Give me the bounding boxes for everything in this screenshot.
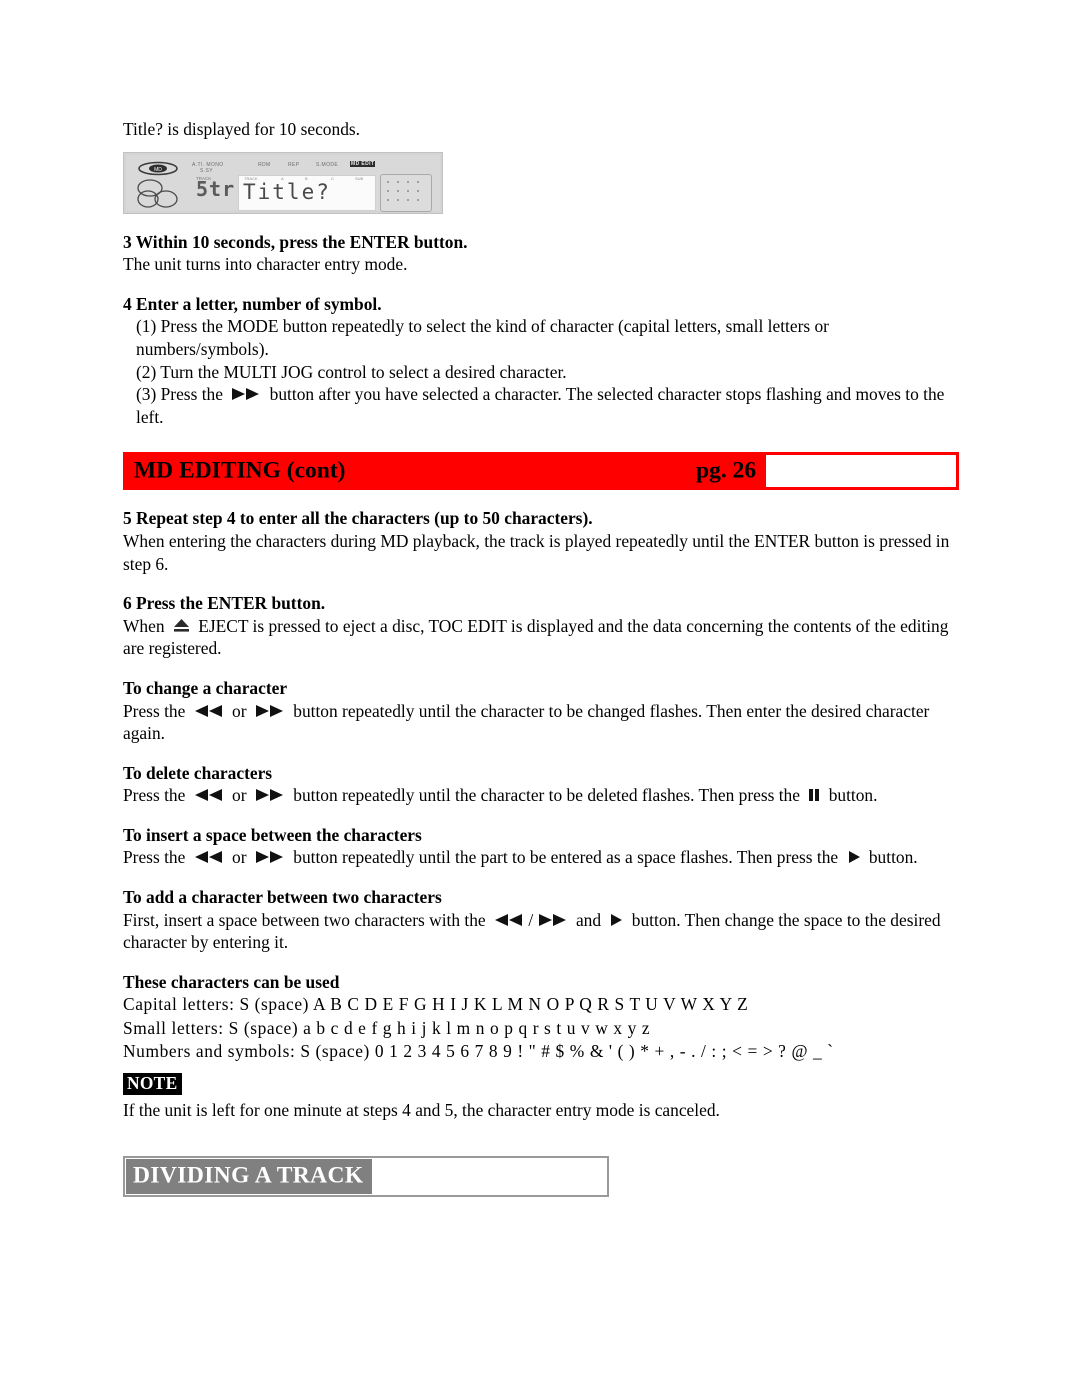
play-icon — [609, 913, 623, 927]
lcd-display-text: Title? — [243, 179, 331, 204]
insert-text-4: button. — [868, 847, 918, 868]
fast-forward-icon — [255, 704, 285, 718]
step-4-item-3-text-before: (3) Press the — [136, 384, 223, 405]
rewind-icon — [494, 913, 524, 927]
md-logo-text: MD — [154, 167, 162, 173]
change-text-2: or — [232, 700, 247, 721]
lcd-indicator-4: S.MODE — [316, 161, 339, 168]
delete-text-1: Press the — [123, 785, 186, 806]
usable-characters-heading: These characters can be used — [123, 971, 340, 992]
delete-text-3: button repeatedly until the character to… — [293, 785, 800, 806]
banner-page-number: pg. 26 — [696, 457, 757, 484]
step-5-heading: 5 Repeat step 4 to enter all the charact… — [123, 508, 593, 529]
step-6-heading: 6 Press the ENTER button. — [123, 593, 326, 614]
section-change-character-heading: To change a character — [123, 677, 288, 698]
lcd-level-grid — [380, 173, 432, 212]
delete-text-4: button. — [828, 785, 878, 806]
lcd-indicator-5: MD EDIT — [350, 160, 376, 167]
section-add-character-body: First, insert a space between two charac… — [123, 909, 963, 954]
fast-forward-icon — [255, 850, 285, 864]
lcd-indicator-3: REP — [288, 161, 300, 168]
md-logo-icon: MD — [138, 161, 178, 175]
step-4-heading: 4 Enter a letter, number of symbol. — [123, 293, 382, 314]
gray-heading-title: DIVIDING A TRACK — [133, 1162, 364, 1189]
note-block: NOTE If the unit is left for one minute … — [123, 1072, 963, 1122]
step-6-body-after: EJECT is pressed to eject a disc, TOC ED… — [123, 615, 949, 659]
step-3-heading: 3 Within 10 seconds, press the ENTER but… — [123, 231, 468, 252]
insert-text-1: Press the — [123, 847, 186, 868]
lcd-indicator-labels: A.TI. MONO S.SY RDM REP S.MODE MD EDIT — [192, 160, 432, 174]
manual-page: Title? is displayed for 10 seconds. MD A… — [0, 0, 1080, 1397]
note-badge: NOTE — [123, 1072, 182, 1095]
intro-line: Title? is displayed for 10 seconds. — [123, 119, 361, 139]
insert-text-3: button repeatedly until the part to be e… — [293, 847, 839, 868]
rewind-icon — [194, 850, 224, 864]
rewind-icon — [194, 704, 224, 718]
step-4-item-1: (1) Press the MODE button repeatedly to … — [136, 316, 829, 359]
play-icon — [847, 850, 861, 864]
lcd-text-window: TRACK A B C SUB Title? — [238, 174, 376, 211]
lcd-track-number: 5tr — [196, 176, 236, 201]
section-insert-space-heading: To insert a space between the characters — [123, 824, 422, 845]
add-text-2: / — [528, 909, 534, 930]
change-text-1: Press the — [123, 700, 186, 721]
page-content: Title? is displayed for 10 seconds. MD A… — [123, 118, 963, 1197]
section-delete-characters-heading: To delete characters — [123, 762, 273, 783]
fast-forward-icon — [538, 913, 568, 927]
section-insert-space-body: Press the or button repeatedly until the… — [123, 846, 963, 869]
lcd-window-mini-3: C — [331, 175, 334, 181]
delete-text-2: or — [232, 785, 247, 806]
insert-text-2: or — [232, 847, 247, 868]
section-banner-md-editing: MD EDITING (cont) pg. 26 — [123, 452, 959, 491]
step-6-body: When EJECT is pressed to eject a disc, T… — [123, 615, 963, 660]
disc-icon — [137, 178, 178, 208]
numbers-symbols-line: Numbers and symbols: S (space) 0 1 2 3 4… — [123, 1041, 834, 1062]
banner-title: MD EDITING (cont) — [134, 457, 346, 484]
add-text-1: First, insert a space between two charac… — [123, 909, 486, 930]
lcd-window-mini-4: SUB — [355, 175, 364, 181]
eject-icon — [173, 618, 190, 633]
section-change-character-body: Press the or button repeatedly until the… — [123, 700, 963, 745]
lcd-panel-face: MD A.TI. MONO S.SY RDM REP S.MODE MD EDI… — [126, 154, 440, 212]
md-lcd-display-image: MD A.TI. MONO S.SY RDM REP S.MODE MD EDI… — [123, 151, 443, 214]
step-5-body: When entering the characters during MD p… — [123, 530, 950, 574]
fast-forward-icon — [255, 788, 285, 802]
small-letters-line: Small letters: S (space) a b c d e f g h… — [123, 1017, 651, 1038]
note-text: If the unit is left for one minute at st… — [123, 1099, 720, 1120]
lcd-indicator-2: RDM — [258, 161, 271, 168]
step-3-body: The unit turns into character entry mode… — [123, 254, 408, 275]
lcd-indicator-1: S.SY — [200, 167, 213, 174]
step-6-body-before: When — [123, 615, 165, 636]
section-add-character-heading: To add a character between two character… — [123, 887, 442, 908]
add-text-3: and — [575, 909, 602, 930]
fast-forward-icon — [231, 387, 261, 401]
pause-icon — [808, 788, 820, 802]
capital-letters-line: Capital letters: S (space) A B C D E F G… — [123, 994, 749, 1015]
step-4-item-3: (3) Press the button after you have sele… — [123, 383, 963, 428]
rewind-icon — [194, 788, 224, 802]
step-4-item-2: (2) Turn the MULTI JOG control to select… — [136, 361, 567, 382]
section-delete-characters-body: Press the or button repeatedly until the… — [123, 784, 963, 807]
section-heading-dividing-a-track: DIVIDING A TRACK — [123, 1155, 609, 1197]
